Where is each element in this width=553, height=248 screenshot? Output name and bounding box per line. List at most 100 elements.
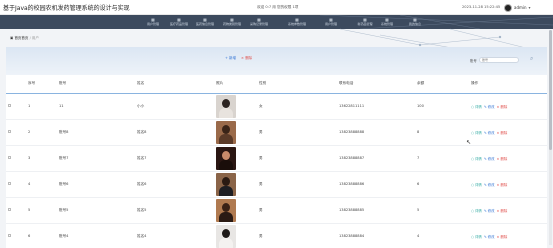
breadcrumb: ▣ 首页首页 / 用户 bbox=[10, 36, 39, 41]
user-photo bbox=[216, 172, 236, 196]
edit-button[interactable]: ✎ 修改 bbox=[484, 157, 495, 161]
col-account[interactable]: 账号 bbox=[57, 75, 135, 94]
cell-name: 姓名8 bbox=[135, 119, 214, 146]
datetime: 2023-11-28 15:22:45 bbox=[462, 5, 501, 9]
user-photo bbox=[216, 224, 236, 248]
top-bar: 基于Java的校园农机发药管理系统的设计与实现 欢迎 0:7 用 您的权限 1项… bbox=[0, 0, 553, 15]
table-header: 序号 账号 姓名 照片 性别 联系电话 余额 操作 bbox=[6, 75, 547, 94]
detail-button[interactable]: ○ 详情 bbox=[471, 209, 482, 213]
cell-name: 姓名7 bbox=[135, 145, 214, 172]
col-phone[interactable]: 联系电话 bbox=[337, 75, 415, 94]
edit-button[interactable]: ✎ 修改 bbox=[484, 235, 495, 239]
delete-button[interactable]: × 删除 bbox=[497, 157, 508, 161]
nav-item-4[interactable]: ▦ 药物类别管理 bbox=[219, 17, 245, 28]
cell-balance: 7 bbox=[415, 145, 469, 172]
user-photo bbox=[216, 198, 236, 222]
cell-balance: 5 bbox=[415, 197, 469, 224]
breadcrumb-separator: / bbox=[29, 36, 31, 40]
cell-account: 账号7 bbox=[57, 145, 135, 172]
row-checkbox[interactable] bbox=[8, 208, 11, 211]
col-gender[interactable]: 性别 bbox=[257, 75, 337, 94]
detail-button[interactable]: ○ 详情 bbox=[471, 131, 482, 135]
cell-index: 3 bbox=[26, 145, 57, 172]
cell-index: 1 bbox=[26, 93, 57, 120]
batch-delete-button[interactable]: × 删除 bbox=[241, 56, 252, 61]
edit-button[interactable]: ✎ 修改 bbox=[484, 105, 495, 109]
avatar bbox=[504, 3, 512, 12]
delete-button[interactable]: × 删除 bbox=[497, 235, 508, 239]
cell-phone: 13823888888 bbox=[337, 119, 415, 146]
cell-balance: 4 bbox=[415, 223, 469, 248]
detail-button[interactable]: ○ 详情 bbox=[471, 183, 482, 187]
delete-button[interactable]: × 删除 bbox=[497, 209, 508, 213]
user-photo bbox=[216, 146, 236, 170]
row-checkbox[interactable] bbox=[8, 182, 11, 185]
welcome-text: 欢迎 0:7 用 您的权限 1项 bbox=[257, 5, 299, 9]
cell-name: 姓名6 bbox=[135, 171, 214, 198]
user-menu[interactable]: admin ▾ bbox=[504, 3, 531, 12]
cell-gender: 男 bbox=[257, 223, 337, 248]
search-input[interactable] bbox=[479, 57, 519, 63]
table-row: 4 账号6 姓名6 男 13823888886 6 ○ 详情 ✎ 修改 × 删除 bbox=[6, 171, 547, 198]
nav-item-1[interactable]: ▦ 用户管理 bbox=[140, 17, 166, 28]
cell-index: 6 bbox=[26, 223, 57, 248]
app-title: 基于Java的校园农机发药管理系统的设计与实现 bbox=[3, 5, 130, 12]
cell-phone: 13823888887 bbox=[337, 145, 415, 172]
table-row: 1 11 小小 女 13622811111 100 ○ 详情 ✎ 修改 × 删除 bbox=[6, 93, 547, 120]
cell-balance: 6 bbox=[415, 171, 469, 198]
nav-item-3[interactable]: ▦ 医药信息管理 bbox=[192, 17, 218, 28]
col-actions: 操作 bbox=[469, 75, 547, 94]
cell-account: 账号8 bbox=[57, 119, 135, 146]
cell-index: 5 bbox=[26, 197, 57, 224]
user-photo bbox=[216, 120, 236, 144]
edit-button[interactable]: ✎ 修改 bbox=[484, 131, 495, 135]
row-checkbox[interactable] bbox=[8, 234, 11, 237]
cell-account: 11 bbox=[57, 93, 135, 120]
cell-balance: 100 bbox=[415, 93, 469, 120]
col-name[interactable]: 姓名 bbox=[135, 75, 214, 94]
content-panel: + 新增 × 删除 账号 ⌕ 序号 账号 姓名 照片 性别 联系电话 余额 操作 bbox=[6, 47, 547, 248]
cell-name: 姓名5 bbox=[135, 197, 214, 224]
delete-button[interactable]: × 删除 bbox=[497, 131, 508, 135]
row-checkbox[interactable] bbox=[8, 104, 11, 107]
cell-phone: 13622811111 bbox=[337, 93, 415, 120]
delete-button[interactable]: × 删除 bbox=[497, 105, 508, 109]
table-row: 6 账号4 姓名4 男 13823888884 4 ○ 详情 ✎ 修改 × 删除 bbox=[6, 223, 547, 248]
cell-name: 小小 bbox=[135, 93, 214, 120]
cell-phone: 13823888885 bbox=[337, 197, 415, 224]
col-select bbox=[6, 75, 26, 94]
row-checkbox[interactable] bbox=[8, 130, 11, 133]
cell-gender: 男 bbox=[257, 171, 337, 198]
nav-item-5[interactable]: ▦ 采购记录管理 bbox=[246, 17, 272, 28]
scrollbar-thumb[interactable] bbox=[549, 30, 552, 150]
cell-balance: 8 bbox=[415, 119, 469, 146]
cell-index: 2 bbox=[26, 119, 57, 146]
search-icon[interactable]: ⌕ bbox=[530, 55, 537, 62]
user-photo bbox=[216, 94, 236, 118]
breadcrumb-current: 用户 bbox=[31, 36, 39, 40]
nav-item-2[interactable]: ▦ 医疗药品管理 bbox=[166, 17, 192, 28]
cell-phone: 13823888886 bbox=[337, 171, 415, 198]
row-checkbox[interactable] bbox=[8, 156, 11, 159]
detail-button[interactable]: ○ 详情 bbox=[471, 157, 482, 161]
home-icon: ▣ bbox=[10, 36, 14, 40]
user-name: admin bbox=[514, 5, 527, 10]
delete-button[interactable]: × 删除 bbox=[497, 183, 508, 187]
table-row: 5 账号5 姓名5 男 13823888885 5 ○ 详情 ✎ 修改 × 删除 bbox=[6, 197, 547, 224]
cell-phone: 13823888884 bbox=[337, 223, 415, 248]
toolbar-actions: + 新增 × 删除 bbox=[225, 56, 252, 61]
edit-button[interactable]: ✎ 修改 bbox=[484, 209, 495, 213]
cell-gender: 男 bbox=[257, 145, 337, 172]
col-balance[interactable]: 余额 bbox=[415, 75, 469, 94]
add-button[interactable]: + 新增 bbox=[225, 56, 236, 61]
detail-button[interactable]: ○ 详情 bbox=[471, 235, 482, 239]
cell-account: 账号5 bbox=[57, 197, 135, 224]
cell-gender: 男 bbox=[257, 119, 337, 146]
col-index: 序号 bbox=[26, 75, 57, 94]
detail-button[interactable]: ○ 详情 bbox=[471, 105, 482, 109]
table-row: 3 账号7 姓名7 男 13823888887 7 ○ 详情 ✎ 修改 × 删除 bbox=[6, 145, 547, 172]
breadcrumb-home[interactable]: 首页首页 bbox=[14, 36, 28, 40]
mouse-cursor-icon: ↖ bbox=[466, 139, 472, 146]
edit-button[interactable]: ✎ 修改 bbox=[484, 183, 495, 187]
user-table: 序号 账号 姓名 照片 性别 联系电话 余额 操作 1 11 小小 女 1362… bbox=[6, 75, 547, 248]
